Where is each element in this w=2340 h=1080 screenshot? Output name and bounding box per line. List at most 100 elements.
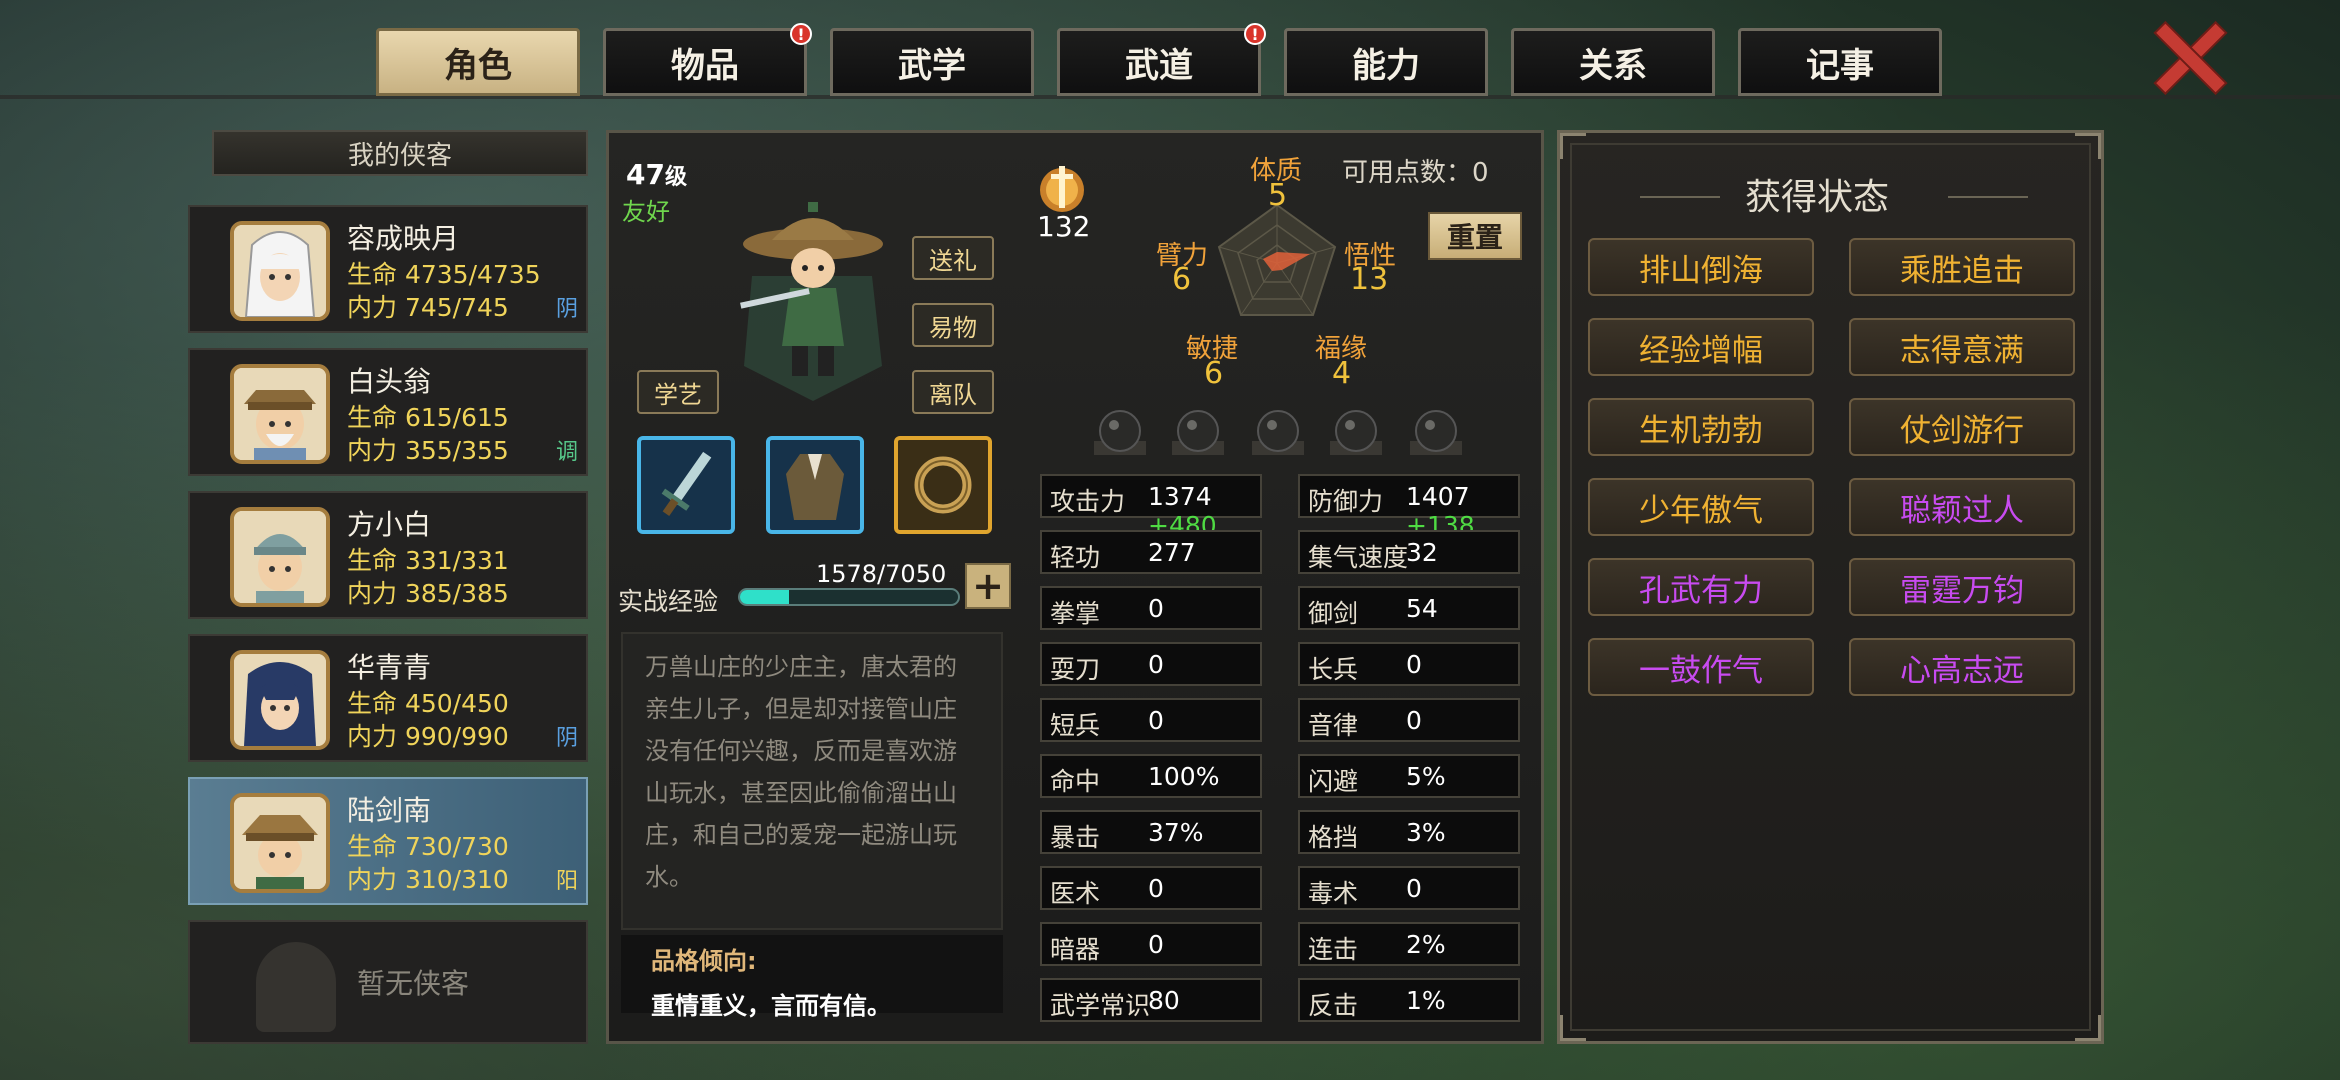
tab-character[interactable]: 角色: [376, 28, 580, 96]
character-name: 容成映月: [347, 222, 460, 255]
character-card[interactable]: 方小白 生命 331/331 内力 385/385: [188, 491, 588, 619]
placeholder-silhouette-icon: [256, 942, 336, 1032]
tab-relations[interactable]: 关系: [1511, 28, 1715, 96]
character-card[interactable]: 白头翁 生命 615/615 内力 355/355 调: [188, 348, 588, 476]
attr-fist: 拳掌 0: [1040, 586, 1262, 630]
character-tag: 阳: [555, 869, 578, 894]
avatar: [230, 650, 330, 750]
status-tag[interactable]: 孔武有力: [1588, 558, 1814, 616]
gift-button[interactable]: 送礼: [912, 236, 994, 280]
socket-orb-icon[interactable]: [1324, 405, 1388, 459]
attr-music: 音律 0: [1298, 698, 1520, 742]
tab-journal[interactable]: 记事: [1738, 28, 1942, 96]
attr-blade: 耍刀 0: [1040, 642, 1262, 686]
frame-corner: [1560, 133, 1586, 159]
attr-martial-knowledge: 武学常识 80: [1040, 978, 1262, 1022]
tab-martial-way[interactable]: 武道!: [1057, 23, 1266, 96]
socket-orb-icon[interactable]: [1166, 405, 1230, 459]
plus-icon[interactable]: +: [965, 563, 1011, 609]
status-tag[interactable]: 经验增幅: [1588, 318, 1814, 376]
attr-lightness: 轻功 277: [1040, 530, 1262, 574]
status-tag[interactable]: 心高志远: [1849, 638, 2075, 696]
weapon-slot[interactable]: [637, 436, 735, 534]
socket-orb-icon[interactable]: [1246, 405, 1310, 459]
attr-critical: 暴击 37%: [1040, 810, 1262, 854]
trade-button[interactable]: 易物: [912, 303, 994, 347]
leave-party-button[interactable]: 离队: [912, 370, 994, 414]
character-card[interactable]: 华青青 生命 450/450 内力 990/990 阴: [188, 634, 588, 762]
attr-sword: 御剑 54: [1298, 586, 1520, 630]
character-card-selected[interactable]: 陆剑南 生命 730/730 内力 310/310 阳: [188, 777, 588, 905]
status-tag[interactable]: 志得意满: [1849, 318, 2075, 376]
alert-badge: !: [790, 23, 812, 45]
attr-defense: 防御力 1407 +138: [1298, 474, 1520, 540]
socket-orb-icon[interactable]: [1404, 405, 1468, 459]
character-tag: 调: [555, 440, 578, 465]
trait-text: 重情重义，言而有信。: [651, 992, 891, 1020]
attribute-radar-chart: [1217, 203, 1337, 316]
strength-value: 6: [1172, 262, 1192, 297]
attr-block: 格挡 3%: [1298, 810, 1520, 854]
learn-skill-button[interactable]: 学艺: [637, 370, 719, 414]
character-name: 华青青: [347, 651, 432, 684]
status-tag[interactable]: 排山倒海: [1588, 238, 1814, 296]
title-ornament: [1948, 196, 2028, 198]
frame-corner: [2075, 1015, 2101, 1041]
avatar: [230, 507, 330, 607]
sword-icon: [661, 451, 712, 516]
close-icon[interactable]: [2152, 20, 2228, 96]
title-ornament: [1640, 196, 1720, 198]
accessory-slot[interactable]: [894, 436, 992, 534]
status-tag[interactable]: 乘胜追击: [1849, 238, 2075, 296]
tab-items[interactable]: 物品!: [603, 23, 812, 96]
character-card[interactable]: 容成映月 生命 4735/4735 内力 745/745 阴: [188, 205, 588, 333]
status-tag[interactable]: 一鼓作气: [1588, 638, 1814, 696]
constitution-value: 5: [1268, 178, 1288, 213]
attr-long-weapon: 长兵 0: [1298, 642, 1520, 686]
character-tag: 阴: [555, 297, 578, 322]
character-mp: 内力 310/310: [347, 865, 509, 894]
status-tag[interactable]: 聪颖过人: [1849, 478, 2075, 536]
trait-label: 品格倾向:: [651, 947, 757, 975]
status-tag[interactable]: 仗剑游行: [1849, 398, 2075, 456]
frame-corner: [1560, 1015, 1586, 1041]
level-label: 47级: [626, 158, 687, 191]
armor-slot[interactable]: [766, 436, 864, 534]
character-name: 方小白: [347, 508, 432, 541]
character-hp: 生命 4735/4735: [347, 260, 541, 289]
frame-corner: [2075, 133, 2101, 159]
avatar: [230, 793, 330, 893]
character-list: 容成映月 生命 4735/4735 内力 745/745 阴 白头翁 生命 61…: [188, 205, 588, 1059]
exp-progress-fill: [740, 590, 789, 604]
character-hp: 生命 730/730: [347, 832, 509, 861]
list-title: 我的侠客: [212, 130, 588, 176]
avatar: [230, 221, 330, 321]
tab-martial-arts[interactable]: 武学: [830, 28, 1034, 96]
status-tag[interactable]: 雷霆万钧: [1849, 558, 2075, 616]
character-bio: 万兽山庄的少庄主，唐太君的亲生儿子，但是却对接管山庄没有任何兴趣，反而是喜欢游山…: [621, 632, 1003, 930]
fortune-value: 4: [1332, 356, 1352, 391]
tab-abilities[interactable]: 能力: [1284, 28, 1488, 96]
attr-poison: 毒术 0: [1298, 866, 1520, 910]
agility-value: 6: [1204, 356, 1224, 391]
attr-accuracy: 命中 100%: [1040, 754, 1262, 798]
status-title: 获得状态: [1745, 177, 1890, 218]
comprehension-value: 13: [1350, 262, 1389, 297]
character-name: 白头翁: [347, 365, 432, 398]
character-mp: 内力 355/355: [347, 436, 509, 465]
exp-label: 实战经验: [618, 587, 719, 616]
socket-orb-icon[interactable]: [1088, 405, 1152, 459]
status-tag[interactable]: 生机勃勃: [1588, 398, 1814, 456]
power-value: 132: [1037, 210, 1091, 243]
attr-dodge: 闪避 5%: [1298, 754, 1520, 798]
reset-button[interactable]: 重置: [1428, 212, 1522, 260]
attr-hidden-weapon: 暗器 0: [1040, 922, 1262, 966]
trait-box: 品格倾向: 重情重义，言而有信。: [621, 935, 1003, 1020]
alert-badge: !: [1244, 23, 1266, 45]
character-tag: 阴: [555, 726, 578, 751]
attr-combo: 连击 2%: [1298, 922, 1520, 966]
character-hp: 生命 331/331: [347, 546, 509, 575]
character-mp: 内力 990/990: [347, 722, 509, 751]
status-tag[interactable]: 少年傲气: [1588, 478, 1814, 536]
empty-slot: 暂无侠客: [188, 920, 588, 1044]
